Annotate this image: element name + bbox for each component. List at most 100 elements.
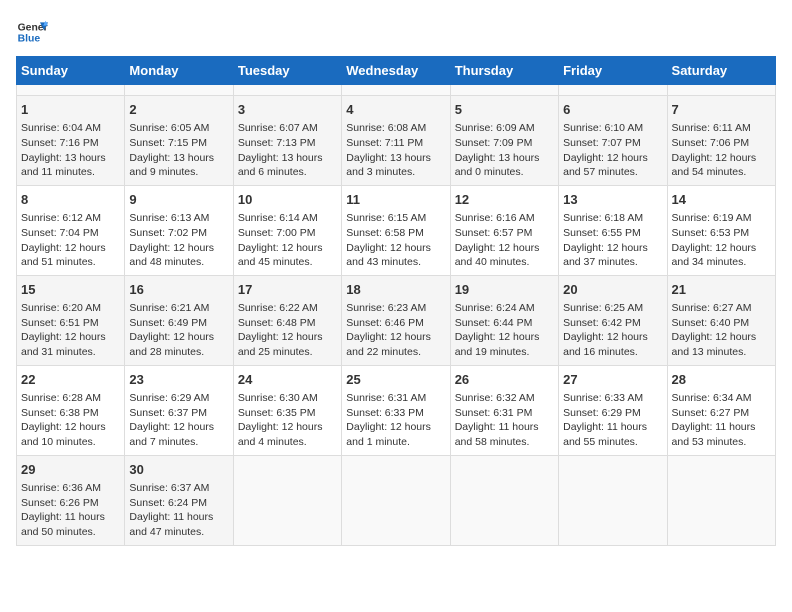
day-info: Sunrise: 6:23 AM <box>346 301 445 316</box>
day-number: 21 <box>672 281 771 299</box>
calendar-cell: 25Sunrise: 6:31 AMSunset: 6:33 PMDayligh… <box>342 365 450 455</box>
logo: General Blue <box>16 16 52 48</box>
day-info: Sunrise: 6:11 AM <box>672 121 771 136</box>
calendar-cell: 18Sunrise: 6:23 AMSunset: 6:46 PMDayligh… <box>342 275 450 365</box>
day-info: Sunrise: 6:29 AM <box>129 391 228 406</box>
calendar-cell: 6Sunrise: 6:10 AMSunset: 7:07 PMDaylight… <box>559 96 667 186</box>
day-info: Sunset: 7:09 PM <box>455 136 554 151</box>
day-info: Sunrise: 6:08 AM <box>346 121 445 136</box>
day-info: Sunset: 6:35 PM <box>238 406 337 421</box>
col-header-sunday: Sunday <box>17 57 125 85</box>
day-info: Sunset: 6:46 PM <box>346 316 445 331</box>
day-info: Sunset: 6:42 PM <box>563 316 662 331</box>
day-info: Sunrise: 6:18 AM <box>563 211 662 226</box>
calendar-cell <box>342 85 450 96</box>
day-info: Sunset: 6:58 PM <box>346 226 445 241</box>
week-row-5: 29Sunrise: 6:36 AMSunset: 6:26 PMDayligh… <box>17 455 776 545</box>
day-info: Sunset: 6:38 PM <box>21 406 120 421</box>
day-info: Daylight: 12 hours and 48 minutes. <box>129 241 228 270</box>
day-info: Sunset: 6:51 PM <box>21 316 120 331</box>
day-info: Sunset: 6:31 PM <box>455 406 554 421</box>
day-number: 17 <box>238 281 337 299</box>
day-info: Sunset: 6:27 PM <box>672 406 771 421</box>
calendar-cell: 1Sunrise: 6:04 AMSunset: 7:16 PMDaylight… <box>17 96 125 186</box>
calendar-cell: 13Sunrise: 6:18 AMSunset: 6:55 PMDayligh… <box>559 185 667 275</box>
calendar-cell <box>233 85 341 96</box>
calendar-cell <box>450 85 558 96</box>
day-number: 23 <box>129 371 228 389</box>
day-number: 3 <box>238 101 337 119</box>
calendar-cell: 12Sunrise: 6:16 AMSunset: 6:57 PMDayligh… <box>450 185 558 275</box>
col-header-friday: Friday <box>559 57 667 85</box>
calendar-cell: 10Sunrise: 6:14 AMSunset: 7:00 PMDayligh… <box>233 185 341 275</box>
calendar-cell: 22Sunrise: 6:28 AMSunset: 6:38 PMDayligh… <box>17 365 125 455</box>
day-number: 11 <box>346 191 445 209</box>
day-number: 4 <box>346 101 445 119</box>
day-info: Sunset: 7:11 PM <box>346 136 445 151</box>
day-number: 10 <box>238 191 337 209</box>
day-number: 19 <box>455 281 554 299</box>
day-info: Sunrise: 6:20 AM <box>21 301 120 316</box>
calendar-cell: 3Sunrise: 6:07 AMSunset: 7:13 PMDaylight… <box>233 96 341 186</box>
day-number: 28 <box>672 371 771 389</box>
day-info: Daylight: 12 hours and 10 minutes. <box>21 420 120 449</box>
day-info: Sunrise: 6:37 AM <box>129 481 228 496</box>
day-number: 1 <box>21 101 120 119</box>
day-info: Daylight: 12 hours and 25 minutes. <box>238 330 337 359</box>
calendar-cell: 19Sunrise: 6:24 AMSunset: 6:44 PMDayligh… <box>450 275 558 365</box>
calendar-cell: 9Sunrise: 6:13 AMSunset: 7:02 PMDaylight… <box>125 185 233 275</box>
calendar-cell: 30 Sunrise: 6:37 AMSunset: 6:24 PMDayligh… <box>125 455 233 545</box>
day-number: 18 <box>346 281 445 299</box>
day-info: Sunrise: 6:16 AM <box>455 211 554 226</box>
day-info: Sunset: 7:07 PM <box>563 136 662 151</box>
calendar-cell: 21Sunrise: 6:27 AMSunset: 6:40 PMDayligh… <box>667 275 775 365</box>
day-info: Daylight: 12 hours and 19 minutes. <box>455 330 554 359</box>
calendar-cell: 5Sunrise: 6:09 AMSunset: 7:09 PMDaylight… <box>450 96 558 186</box>
day-info: Sunrise: 6:04 AM <box>21 121 120 136</box>
day-number: 14 <box>672 191 771 209</box>
day-number: 2 <box>129 101 228 119</box>
calendar-cell: 2Sunrise: 6:05 AMSunset: 7:15 PMDaylight… <box>125 96 233 186</box>
week-row-4: 22Sunrise: 6:28 AMSunset: 6:38 PMDayligh… <box>17 365 776 455</box>
day-info: Sunrise: 6:31 AM <box>346 391 445 406</box>
day-info: Sunrise: 6:25 AM <box>563 301 662 316</box>
day-number: 25 <box>346 371 445 389</box>
week-row-0 <box>17 85 776 96</box>
calendar-cell: 8 Sunrise: 6:12 AMSunset: 7:04 PMDaylight… <box>17 185 125 275</box>
day-number: 12 <box>455 191 554 209</box>
day-number: 8 <box>21 191 120 209</box>
day-info: Sunset: 6:29 PM <box>563 406 662 421</box>
day-number: 9 <box>129 191 228 209</box>
day-info: Sunset: 6:53 PM <box>672 226 771 241</box>
day-number: 30 <box>129 461 228 479</box>
calendar-cell: 15Sunrise: 6:20 AMSunset: 6:51 PMDayligh… <box>17 275 125 365</box>
day-info: Sunset: 6:26 PM <box>21 496 120 511</box>
day-info: Daylight: 12 hours and 31 minutes. <box>21 330 120 359</box>
day-number: 7 <box>672 101 771 119</box>
day-info: Sunset: 6:49 PM <box>129 316 228 331</box>
day-info: Daylight: 13 hours and 3 minutes. <box>346 151 445 180</box>
day-info: Sunrise: 6:12 AM <box>21 211 120 226</box>
day-info: Daylight: 12 hours and 51 minutes. <box>21 241 120 270</box>
calendar-cell: 4 Sunrise: 6:08 AMSunset: 7:11 PMDaylight… <box>342 96 450 186</box>
day-number: 16 <box>129 281 228 299</box>
day-info: Sunrise: 6:19 AM <box>672 211 771 226</box>
day-info: Sunrise: 6:30 AM <box>238 391 337 406</box>
calendar-header: SundayMondayTuesdayWednesdayThursdayFrid… <box>17 57 776 85</box>
day-number: 22 <box>21 371 120 389</box>
calendar-cell <box>342 455 450 545</box>
day-info: Sunrise: 6:15 AM <box>346 211 445 226</box>
day-info: Daylight: 12 hours and 45 minutes. <box>238 241 337 270</box>
day-info: Daylight: 12 hours and 13 minutes. <box>672 330 771 359</box>
day-number: 26 <box>455 371 554 389</box>
day-info: Sunset: 6:57 PM <box>455 226 554 241</box>
calendar-cell <box>450 455 558 545</box>
calendar-cell: 14Sunrise: 6:19 AMSunset: 6:53 PMDayligh… <box>667 185 775 275</box>
day-info: Sunset: 7:04 PM <box>21 226 120 241</box>
day-info: Sunset: 6:24 PM <box>129 496 228 511</box>
day-info: Sunrise: 6:13 AM <box>129 211 228 226</box>
day-info: Daylight: 11 hours and 47 minutes. <box>129 510 228 539</box>
calendar-cell <box>233 455 341 545</box>
col-header-thursday: Thursday <box>450 57 558 85</box>
svg-text:Blue: Blue <box>18 34 41 45</box>
